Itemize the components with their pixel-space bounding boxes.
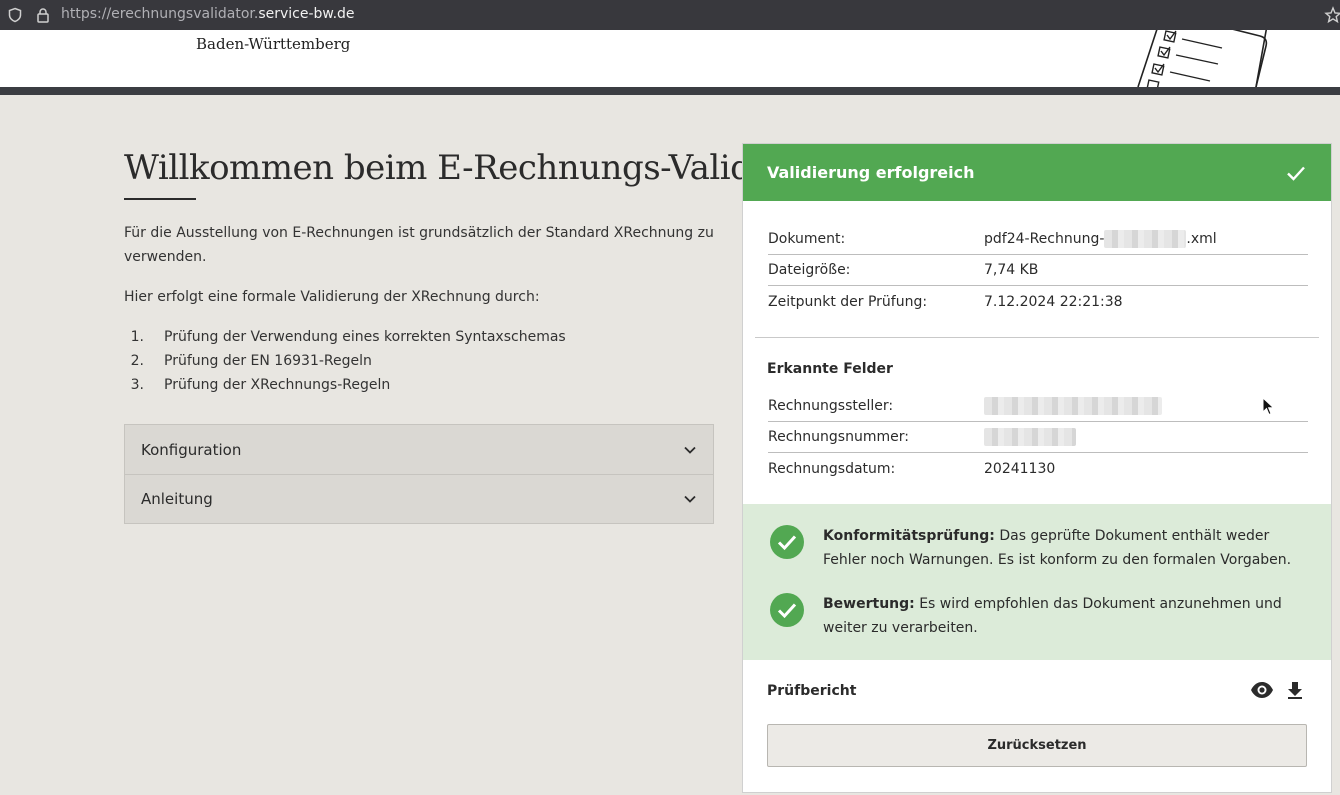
- redacted-value: [984, 397, 1162, 415]
- timestamp-value: 7.12.2024 22:21:38: [984, 293, 1123, 310]
- step-text: Prüfung der XRechnungs-Regeln: [164, 377, 391, 393]
- assessment-label: Bewertung:: [823, 596, 915, 612]
- document-name-suffix: .xml: [1186, 231, 1217, 247]
- step-text: Prüfung der EN 16931-Regeln: [164, 353, 372, 369]
- list-item: 2. Prüfung der EN 16931-Regeln: [124, 349, 566, 373]
- card-header-title: Validierung erfolgreich: [767, 163, 975, 182]
- assessment-text: Bewertung: Es wird empfohlen das Dokumen…: [823, 592, 1309, 640]
- shield-icon[interactable]: [7, 7, 23, 23]
- validation-result-card: Validierung erfolgreich Dokument: pdf24-…: [742, 143, 1332, 793]
- step-number: 3.: [130, 377, 144, 393]
- download-icon[interactable]: [1285, 680, 1305, 700]
- filesize-value: 7,74 KB: [984, 262, 1039, 278]
- chevron-down-icon: [684, 446, 696, 454]
- check-circle-icon: [770, 525, 804, 559]
- accordion-item-konfiguration[interactable]: Konfiguration: [125, 425, 713, 474]
- document-label: Dokument:: [768, 231, 846, 247]
- step-number: 1.: [130, 329, 144, 345]
- card-header: Validierung erfolgreich: [743, 144, 1331, 201]
- conformity-result: Konformitätsprüfung: Das geprüfte Dokume…: [769, 524, 1309, 572]
- conformity-label: Konformitätsprüfung:: [823, 528, 995, 544]
- lock-icon[interactable]: [35, 7, 51, 23]
- document-name-prefix: pdf24-Rechnung-: [984, 231, 1105, 247]
- document-row: Dokument: pdf24-Rechnung- .xml: [768, 224, 1308, 255]
- accordion: Konfiguration Anleitung: [124, 424, 714, 524]
- site-header: Baden-Württemberg: [0, 30, 1340, 87]
- detected-fields-title: Erkannte Felder: [767, 361, 893, 377]
- check-circle-icon: [770, 593, 804, 627]
- browser-url-bar: https://erechnungsvalidator.service-bw.d…: [0, 0, 1340, 30]
- accordion-label: Anleitung: [141, 490, 213, 508]
- issuer-value: [984, 397, 1308, 415]
- result-summary: Konformitätsprüfung: Das geprüfte Dokume…: [743, 504, 1331, 660]
- invoice-number-label: Rechnungsnummer:: [768, 429, 909, 445]
- brand-text[interactable]: Baden-Württemberg: [196, 35, 350, 53]
- title-underline: [124, 198, 196, 200]
- intro-text: Für die Ausstellung von E-Rechnungen ist…: [124, 225, 714, 265]
- list-item: 1. Prüfung der Verwendung eines korrekten…: [124, 325, 566, 349]
- url-prefix: https://erechnungsvalidator.: [61, 6, 259, 22]
- timestamp-label: Zeitpunkt der Prüfung:: [768, 293, 928, 310]
- redacted-value: [984, 428, 1076, 446]
- issuer-row: Rechnungssteller:: [768, 391, 1308, 422]
- accordion-item-anleitung[interactable]: Anleitung: [125, 474, 713, 523]
- invoice-date-label: Rechnungsdatum:: [768, 460, 896, 477]
- validation-steps-list: 1. Prüfung der Verwendung eines korrekten…: [124, 325, 566, 397]
- step-number: 2.: [130, 353, 144, 369]
- bookmark-star-icon[interactable]: [1324, 6, 1340, 24]
- redacted-value: [1104, 230, 1187, 248]
- invoice-number-value: [984, 428, 1308, 446]
- chevron-down-icon: [684, 495, 696, 503]
- filesize-label: Dateigröße:: [768, 262, 851, 278]
- url-host: service-bw.de: [258, 6, 355, 22]
- mouse-cursor-icon: [1262, 397, 1275, 416]
- invoice-number-row: Rechnungsnummer:: [768, 422, 1308, 453]
- validation-intro-text: Hier erfolgt eine formale Validierung de…: [124, 289, 540, 305]
- filesize-row: Dateigröße: 7,74 KB: [768, 255, 1308, 286]
- document-value: pdf24-Rechnung- .xml: [984, 230, 1308, 248]
- header-divider: [0, 87, 1340, 95]
- page-title: Willkommen beim E-Rechnungs-Validator: [124, 148, 821, 188]
- eye-icon[interactable]: [1250, 681, 1274, 699]
- list-item: 3. Prüfung der XRechnungs-Regeln: [124, 373, 566, 397]
- issuer-label: Rechnungssteller:: [768, 398, 894, 414]
- url-field[interactable]: https://erechnungsvalidator.service-bw.d…: [61, 6, 355, 22]
- invoice-date-value: 20241130: [984, 460, 1056, 477]
- report-title: Prüfbericht: [767, 683, 857, 699]
- reset-button[interactable]: Zurücksetzen: [767, 724, 1307, 767]
- step-text: Prüfung der Verwendung eines korrekten S…: [164, 329, 566, 345]
- conformity-text: Konformitätsprüfung: Das geprüfte Dokume…: [823, 524, 1309, 572]
- timestamp-row: Zeitpunkt der Prüfung: 7.12.2024 22:21:3…: [768, 286, 1308, 317]
- checklist-illustration: [1137, 30, 1268, 87]
- section-divider: [755, 337, 1319, 338]
- accordion-label: Konfiguration: [141, 440, 242, 459]
- check-icon: [1287, 166, 1305, 181]
- invoice-date-row: Rechnungsdatum: 20241130: [768, 453, 1308, 484]
- assessment-result: Bewertung: Es wird empfohlen das Dokumen…: [769, 592, 1309, 640]
